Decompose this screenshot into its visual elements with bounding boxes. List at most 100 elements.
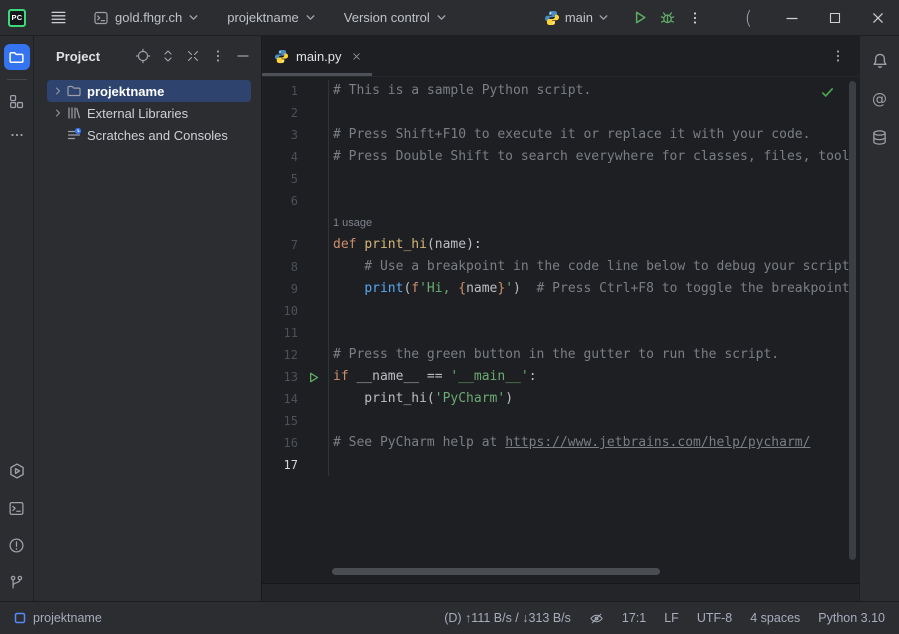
services-toolwindow-button[interactable] [4, 458, 30, 484]
run-configuration-selector[interactable]: main [538, 6, 615, 30]
hide-panel-icon[interactable] [235, 48, 251, 64]
inspections-ok-icon[interactable] [820, 85, 835, 100]
code-line[interactable]: 16# See PyCharm help at https://www.jetb… [262, 432, 859, 454]
line-number: 11 [262, 322, 298, 344]
bell-icon [871, 52, 889, 70]
remote-host-selector[interactable]: gold.fhgr.ch [87, 6, 205, 30]
vcs-menu[interactable]: Version control [338, 6, 453, 29]
active-tab-underline [262, 73, 372, 76]
maximize-button[interactable] [813, 0, 856, 35]
comment-link[interactable]: https://www.jetbrains.com/help/pycharm/ [505, 435, 810, 450]
code-line[interactable]: 2 [262, 102, 859, 124]
terminal-icon [8, 500, 25, 517]
vertical-scrollbar[interactable] [849, 81, 856, 560]
tab-options-button[interactable] [830, 48, 846, 64]
close-button[interactable] [856, 0, 899, 35]
code-line[interactable]: 7def print_hi(name): [262, 234, 859, 256]
gutter-icon-slot [298, 410, 328, 432]
code-token [333, 281, 364, 296]
run-line-icon[interactable] [307, 371, 320, 384]
project-toolwindow-button[interactable] [4, 44, 30, 70]
caret-position-widget[interactable]: 17:1 [622, 611, 646, 625]
interpreter-widget[interactable]: Python 3.10 [818, 611, 885, 625]
panel-options-icon[interactable] [210, 48, 226, 64]
code-text: # Press Double Shift to search everywher… [328, 146, 859, 168]
code-line[interactable]: 14 print_hi('PyCharm') [262, 388, 859, 410]
horizontal-scrollbar[interactable] [332, 568, 660, 575]
kebab-icon [687, 10, 703, 26]
database-button[interactable] [867, 124, 893, 150]
collapse-all-icon[interactable] [185, 48, 201, 64]
expand-selector-icon[interactable] [160, 48, 176, 64]
code-token: name [466, 281, 497, 296]
ellipsis-icon [9, 127, 25, 143]
title-bar: PC gold.fhgr.ch projektname Version cont… [0, 0, 899, 36]
code-text: # This is a sample Python script. [328, 80, 859, 102]
usage-inlay-hint[interactable]: 1 usage [333, 217, 372, 229]
terminal-toolwindow-button[interactable] [4, 495, 30, 521]
code-line[interactable]: 12 # Press the green button in the gutter… [262, 344, 859, 366]
chevron-down-icon [188, 12, 199, 23]
gutter-icon-slot [298, 102, 328, 124]
code-line[interactable]: 10 [262, 300, 859, 322]
debug-button[interactable] [653, 5, 681, 31]
notifications-button[interactable] [867, 48, 893, 74]
library-icon [66, 105, 82, 121]
editor-bottom-strip [262, 583, 859, 601]
code-line[interactable]: 13 if __name__ == '__main__': [262, 366, 859, 388]
line-ending-widget[interactable]: LF [664, 611, 679, 625]
chevron-down-icon [598, 12, 609, 23]
code-token: '__main__' [450, 369, 528, 384]
encoding-widget[interactable]: UTF-8 [697, 611, 732, 625]
tab-close-icon[interactable] [351, 51, 362, 62]
maximize-icon [827, 10, 843, 26]
ai-assistant-button[interactable]: @ [867, 86, 893, 112]
gutter: 12 [262, 344, 328, 366]
gutter-icon-slot [298, 190, 328, 212]
line-number: 2 [262, 102, 298, 124]
code-text: # See PyCharm help at https://www.jetbra… [328, 432, 859, 454]
more-actions-button[interactable] [681, 5, 709, 31]
line-number: 6 [262, 190, 298, 212]
status-project-label: projektname [33, 611, 102, 625]
gutter: 16 [262, 432, 328, 454]
tree-item-scratches[interactable]: Scratches and Consoles [47, 124, 251, 146]
code-line[interactable]: 8 # Use a breakpoint in the code line be… [262, 256, 859, 278]
minimize-button[interactable] [770, 0, 813, 35]
tree-item-external-libraries[interactable]: External Libraries [47, 102, 251, 124]
tab-main-py[interactable]: main.py [262, 36, 372, 76]
code-line[interactable]: 5 [262, 168, 859, 190]
crescent-icon: ( [745, 7, 752, 29]
code-line[interactable]: 4 # Press Double Shift to search everywhe… [262, 146, 859, 168]
crescent-button[interactable]: ( [727, 0, 770, 35]
code-line[interactable]: 17 [262, 454, 859, 476]
more-toolwindows-button[interactable] [4, 122, 30, 148]
git-toolwindow-button[interactable] [4, 569, 30, 595]
project-square-icon [14, 612, 26, 624]
code-token: # Press the green button in the gutter t… [333, 347, 779, 362]
editor[interactable]: 1# This is a sample Python script.23# Pr… [262, 77, 859, 583]
code-line[interactable]: 6 [262, 190, 859, 212]
gutter: 8 [262, 256, 328, 278]
structure-toolwindow-button[interactable] [4, 88, 30, 114]
pycharm-logo-icon: PC [8, 9, 26, 27]
code-line[interactable]: 9 print(f'Hi, {name}') # Press Ctrl+F8 t… [262, 278, 859, 300]
code-line[interactable]: 3# Press Shift+F10 to execute it or repl… [262, 124, 859, 146]
code-line[interactable]: 1 usage [262, 212, 859, 234]
main-menu-button[interactable] [44, 5, 73, 30]
locate-file-icon[interactable] [135, 48, 151, 64]
code-token: 'Hi, [419, 281, 458, 296]
code-line[interactable]: 1# This is a sample Python script. [262, 80, 859, 102]
project-selector[interactable]: projektname [221, 6, 322, 29]
line-number: 4 [262, 146, 298, 168]
gutter-icon-slot [298, 344, 328, 366]
project-panel-toolbar [135, 48, 251, 64]
code-line[interactable]: 15 [262, 410, 859, 432]
code-token: print [364, 281, 403, 296]
run-button[interactable] [625, 5, 653, 31]
highlighting-level-icon[interactable] [589, 611, 604, 626]
tree-item-projektname[interactable]: projektname [47, 80, 251, 102]
problems-toolwindow-button[interactable] [4, 532, 30, 558]
indent-widget[interactable]: 4 spaces [750, 611, 800, 625]
code-line[interactable]: 11 [262, 322, 859, 344]
